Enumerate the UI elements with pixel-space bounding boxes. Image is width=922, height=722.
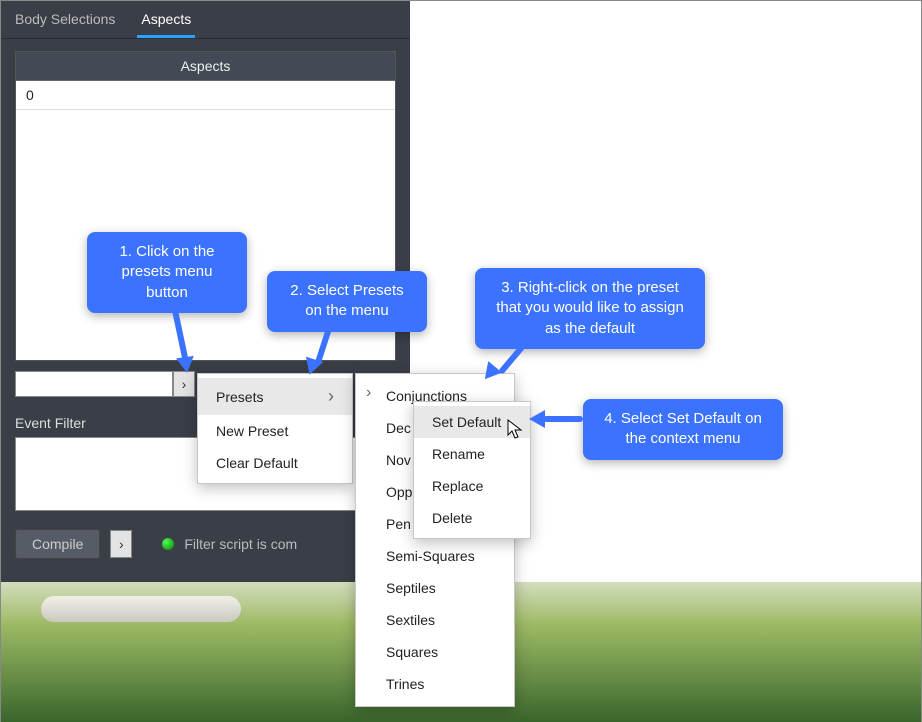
menu-item-label: Clear Default <box>216 455 298 471</box>
preset-item-sextiles[interactable]: Sextiles <box>356 604 514 636</box>
menu-item-clear-default[interactable]: Clear Default <box>198 447 352 479</box>
menu-item-label: Sextiles <box>386 612 435 628</box>
context-item-replace[interactable]: Replace <box>414 470 530 502</box>
menu-item-label: Replace <box>432 478 483 494</box>
preset-item-semi-squares[interactable]: Semi-Squares <box>356 540 514 572</box>
callout-3: 3. Right-click on the preset that you wo… <box>475 268 705 349</box>
compile-row: Compile › Filter script is com <box>15 529 297 559</box>
callout-1: 1. Click on the presets menu button <box>87 232 247 313</box>
menu-item-label: Presets <box>216 389 263 405</box>
preset-item-trines[interactable]: Trines <box>356 668 514 700</box>
menu-item-presets[interactable]: Presets <box>198 378 352 415</box>
menu-item-label: Squares <box>386 644 438 660</box>
context-item-set-default[interactable]: Set Default <box>414 406 530 438</box>
tab-body-selections[interactable]: Body Selections <box>11 7 119 38</box>
tab-bar: Body Selections Aspects <box>1 1 410 39</box>
menu-item-label: New Preset <box>216 423 288 439</box>
presets-menu-button[interactable]: › <box>173 371 195 397</box>
status-text: Filter script is com <box>184 536 297 552</box>
chevron-right-icon: › <box>366 384 371 402</box>
menu-item-label: Trines <box>386 676 424 692</box>
chevron-right-icon: › <box>182 376 187 392</box>
menu-item-label: Pen <box>386 516 411 532</box>
preset-item-septiles[interactable]: Septiles <box>356 572 514 604</box>
aspects-row-0[interactable]: 0 <box>16 81 395 110</box>
callout-2: 2. Select Presets on the menu <box>267 271 427 332</box>
event-filter-label: Event Filter <box>15 415 86 431</box>
menu-item-label: Rename <box>432 446 485 462</box>
callout-4: 4. Select Set Default on the context men… <box>583 399 783 460</box>
context-item-rename[interactable]: Rename <box>414 438 530 470</box>
compile-button[interactable]: Compile <box>15 529 100 559</box>
menu-item-label: Opp <box>386 484 412 500</box>
status-indicator-icon <box>162 538 174 550</box>
tab-aspects[interactable]: Aspects <box>137 7 195 38</box>
menu-item-label: Set Default <box>432 414 501 430</box>
preset-context-menu: Set Default Rename Replace Delete <box>413 401 531 539</box>
menu-item-label: Nov <box>386 452 411 468</box>
preset-combo-row: › <box>15 371 195 397</box>
callout-4-arrow-head <box>529 410 545 428</box>
compile-chevron-button[interactable]: › <box>110 530 132 558</box>
preset-combo[interactable] <box>15 371 173 397</box>
menu-item-label: Delete <box>432 510 472 526</box>
chevron-right-icon: › <box>119 536 124 552</box>
context-item-delete[interactable]: Delete <box>414 502 530 534</box>
preset-item-squares[interactable]: Squares <box>356 636 514 668</box>
callout-1-arrow-head <box>176 356 196 374</box>
presets-dropdown-menu: Presets New Preset Clear Default <box>197 373 353 484</box>
menu-item-label: Septiles <box>386 580 436 596</box>
menu-item-new-preset[interactable]: New Preset <box>198 415 352 447</box>
callout-4-arrow-stem <box>543 416 583 422</box>
menu-item-label: Semi-Squares <box>386 548 475 564</box>
aspects-header: Aspects <box>16 52 395 81</box>
menu-item-label: Dec <box>386 420 411 436</box>
